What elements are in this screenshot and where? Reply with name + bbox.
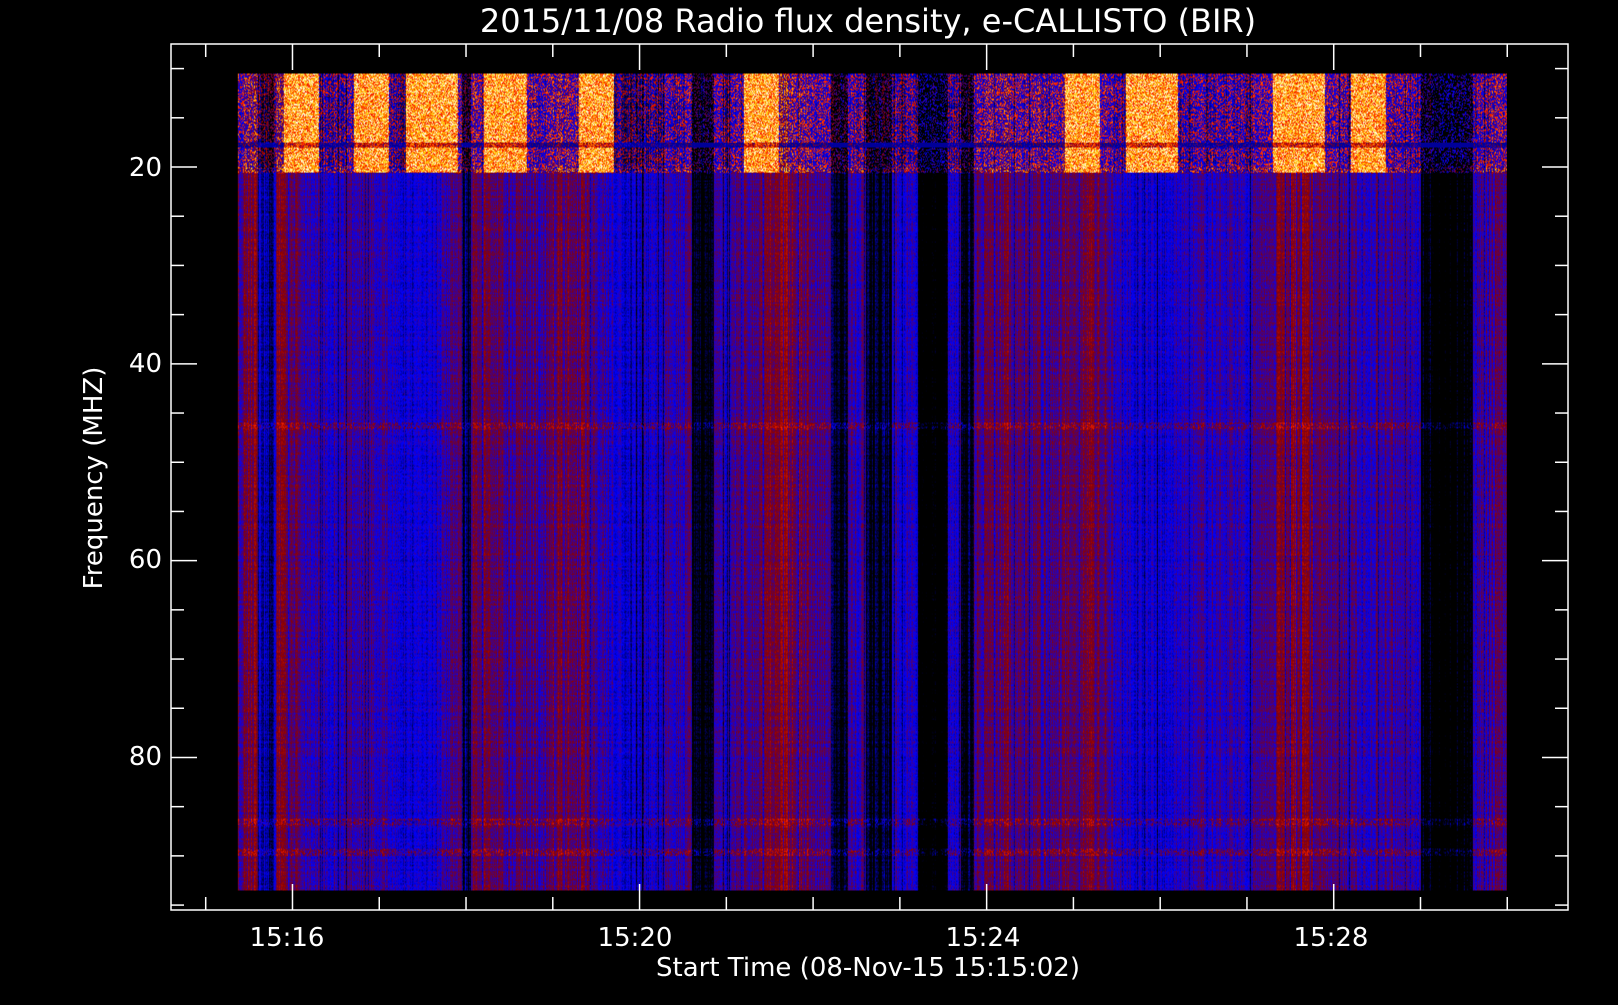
spectrogram-heatmap [237,73,1507,891]
x-tick-label: 15:20 [598,923,673,953]
y-tick-label: 40 [129,349,162,379]
y-tick-label: 60 [129,545,162,575]
spectrogram-image [237,73,1507,891]
y-axis-label: Frequency (MHZ) [79,367,109,590]
y-tick-label: 20 [129,153,162,183]
chart-svg: 2015/11/08 Radio flux density, e-CALLIST… [0,0,1618,1000]
x-axis-label: Start Time (08-Nov-15 15:15:02) [656,953,1080,983]
chart-title: 2015/11/08 Radio flux density, e-CALLIST… [480,2,1256,40]
x-tick-label: 15:24 [946,923,1021,953]
x-tick-label: 15:16 [250,923,325,953]
x-tick-label: 15:28 [1294,923,1369,953]
spectrogram-chart: 2015/11/08 Radio flux density, e-CALLIST… [0,0,1618,1000]
y-tick-label: 80 [129,742,162,772]
